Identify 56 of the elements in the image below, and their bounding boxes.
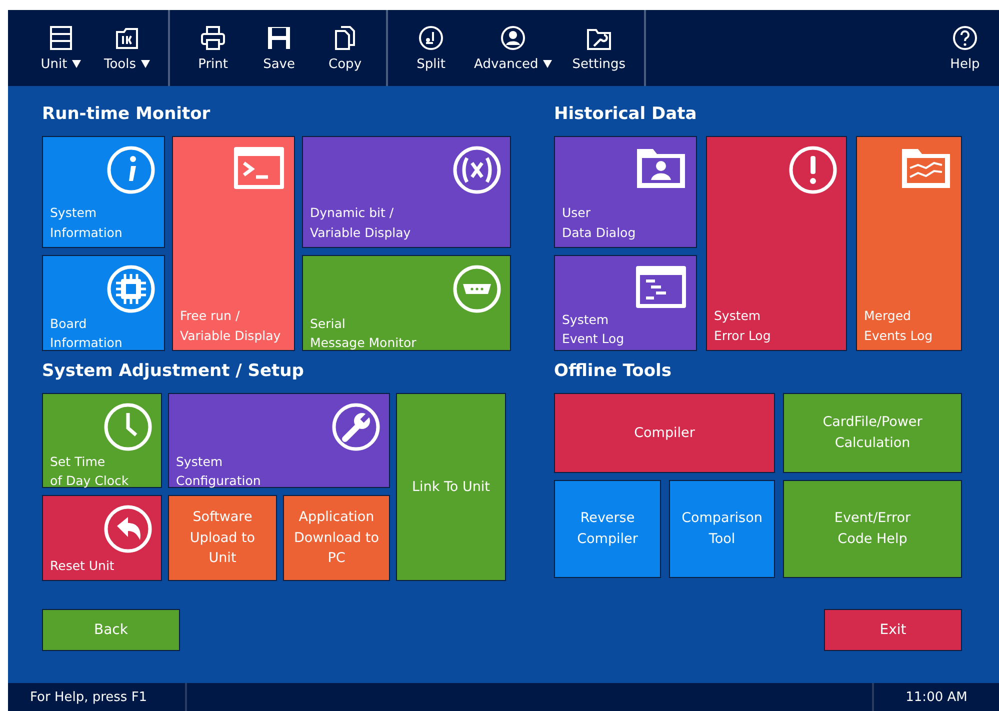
tile-button[interactable]: Software Upload to Unit xyxy=(168,495,277,581)
wrench-icon xyxy=(331,402,381,452)
tile-button[interactable]: System Error Log xyxy=(706,136,847,351)
toolbar-button[interactable]: Save xyxy=(248,10,310,86)
tile-button[interactable]: Board Information xyxy=(42,255,165,351)
tile-button[interactable]: Serial Message Monitor xyxy=(302,255,511,351)
exit-button[interactable]: Exit xyxy=(824,609,962,651)
person-icon xyxy=(500,24,526,50)
terminal-icon xyxy=(232,145,286,191)
caret-icon xyxy=(72,60,82,68)
tile-button[interactable]: Application Download to PC xyxy=(283,495,390,581)
section-heading: Run-time Monitor xyxy=(42,104,212,126)
chip-icon xyxy=(106,264,156,314)
tile-button[interactable]: Dynamic bit / Variable Display xyxy=(302,136,511,248)
tile-button[interactable]: Reverse Compiler xyxy=(554,480,661,578)
tile-button[interactable]: Set Time of Day Clock xyxy=(42,393,162,488)
clock-icon xyxy=(103,402,153,452)
serial-port-icon xyxy=(452,264,502,314)
status-time: 11:00 AM xyxy=(872,683,999,711)
warning-icon xyxy=(788,145,838,195)
tile-button[interactable]: System Configuration xyxy=(168,393,390,488)
tile-button[interactable]: Free run / Variable Display xyxy=(172,136,295,351)
tile-button[interactable]: CardFile/Power Calculation xyxy=(783,393,962,473)
tile-button[interactable]: Reset Unit xyxy=(42,495,162,581)
toolbar-button[interactable]: Copy xyxy=(314,10,376,86)
section-heading: Historical Data xyxy=(554,104,698,126)
help-button[interactable]: Help xyxy=(937,10,999,86)
undo-icon xyxy=(103,504,153,554)
variable-icon xyxy=(452,145,502,195)
log-window-icon xyxy=(634,264,688,310)
tile-button[interactable]: Link To Unit xyxy=(396,393,506,581)
caret-icon xyxy=(141,60,150,68)
status-hint: For Help, press F1 xyxy=(8,683,187,711)
toolbar-button[interactable]: Tools xyxy=(96,10,158,86)
toolbar-button[interactable]: Settings xyxy=(564,10,634,86)
back-button[interactable]: Back xyxy=(42,609,180,651)
tile-button[interactable]: User Data Dialog xyxy=(554,136,697,248)
help-icon xyxy=(952,24,978,50)
split-icon xyxy=(418,24,444,50)
section-heading: System Adjustment / Setup xyxy=(42,361,305,383)
toolbar-button[interactable]: Advanced xyxy=(466,10,560,86)
info-icon xyxy=(106,145,156,195)
tile-button[interactable]: Merged Events Log xyxy=(856,136,962,351)
tile-button[interactable]: System Information xyxy=(42,136,165,248)
tile-button[interactable]: Comparison Tool xyxy=(669,480,775,578)
toolbar-button[interactable]: Unit xyxy=(30,10,92,86)
tile-button[interactable]: Event/Error Code Help xyxy=(783,480,962,578)
printer-icon xyxy=(200,24,226,50)
section-heading: Offline Tools xyxy=(554,361,672,383)
caret-icon xyxy=(543,60,552,68)
save-icon xyxy=(266,24,292,50)
tile-button[interactable]: System Event Log xyxy=(554,255,697,351)
tile-button[interactable]: Compiler xyxy=(554,393,775,473)
toolbar-button[interactable]: Print xyxy=(182,10,244,86)
server-icon xyxy=(48,24,74,50)
toolbar-button[interactable]: Split xyxy=(400,10,462,86)
